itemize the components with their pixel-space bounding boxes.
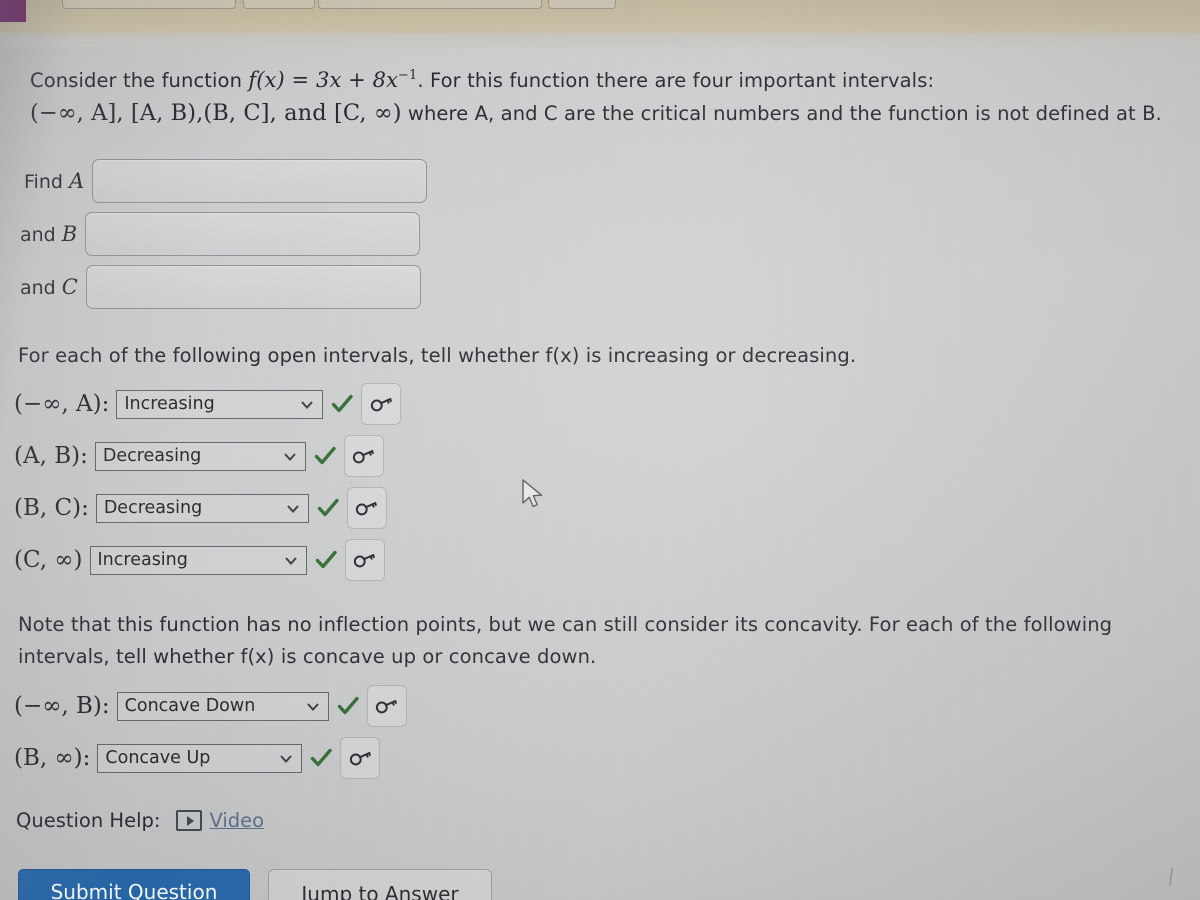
interval-label: (−∞, B): bbox=[14, 693, 110, 719]
find-a-label: Find A bbox=[24, 169, 85, 193]
key-icon-button[interactable] bbox=[343, 435, 384, 477]
function-expression: f(x) = 3x + 8x−1 bbox=[248, 68, 418, 92]
key-icon-button[interactable] bbox=[344, 539, 385, 581]
photographed-screen: Consider the function f(x) = 3x + 8x−1. … bbox=[0, 0, 1200, 900]
chevron-down-icon bbox=[283, 450, 296, 463]
monotonicity-select-4[interactable]: Increasing bbox=[89, 545, 307, 575]
answer-input-a[interactable] bbox=[92, 159, 428, 203]
monotonicity-prompt: For each of the following open intervals… bbox=[18, 344, 857, 367]
problem-statement: Consider the function f(x) = 3x + 8x−1. … bbox=[30, 60, 1175, 130]
monotonicity-row-1: (−∞, A): Increasing bbox=[14, 383, 402, 425]
concavity-select-2[interactable]: Concave Up bbox=[97, 743, 303, 773]
concavity-select-1[interactable]: Concave Down bbox=[116, 691, 329, 721]
monotonicity-row-3: (B, C): Decreasing bbox=[14, 487, 387, 529]
browser-tab-stub[interactable] bbox=[548, 0, 616, 9]
key-icon-button[interactable] bbox=[361, 383, 402, 425]
key-icon-button[interactable] bbox=[346, 487, 387, 529]
monotonicity-select-1[interactable]: Increasing bbox=[116, 389, 324, 419]
find-c-label: and C bbox=[20, 275, 78, 299]
interval-list: (−∞, A], [A, B),(B, C], and [C, ∞) bbox=[30, 100, 402, 126]
select-value: Increasing bbox=[97, 550, 188, 570]
play-video-icon bbox=[176, 810, 203, 831]
answer-input-c[interactable] bbox=[85, 265, 421, 309]
jump-to-answer-button[interactable]: Jump to Answer bbox=[268, 869, 492, 900]
monotonicity-select-2[interactable]: Decreasing bbox=[94, 441, 306, 471]
problem-intro-tail: where A, and C are the critical numbers … bbox=[407, 102, 1162, 125]
monotonicity-row-4: (C, ∞) Increasing bbox=[14, 539, 385, 581]
find-b-row: and B bbox=[20, 212, 421, 256]
top-chrome-band-secondary bbox=[0, 33, 1200, 47]
key-icon-button[interactable] bbox=[340, 737, 381, 779]
action-button-row: Submit Question Jump to Answer bbox=[18, 869, 492, 900]
chevron-down-icon bbox=[306, 700, 319, 713]
concavity-row-2: (B, ∞): Concave Up bbox=[14, 737, 381, 779]
key-icon-button[interactable] bbox=[366, 685, 407, 727]
submit-question-button[interactable]: Submit Question bbox=[18, 869, 250, 900]
function-exponent: −1 bbox=[398, 68, 418, 83]
find-a-row: Find A bbox=[24, 159, 428, 203]
concavity-row-1: (−∞, B): Concave Down bbox=[14, 685, 407, 727]
correct-check-icon bbox=[336, 694, 360, 718]
interval-label: (B, C): bbox=[14, 495, 89, 521]
question-help: Question Help: Video bbox=[16, 809, 264, 832]
correct-check-icon bbox=[314, 548, 338, 572]
interval-label: (B, ∞): bbox=[14, 745, 91, 771]
chevron-down-icon bbox=[284, 554, 297, 567]
select-value: Concave Down bbox=[124, 696, 256, 716]
correct-check-icon bbox=[309, 746, 333, 770]
mouse-pointer-icon bbox=[520, 478, 546, 512]
video-help-link[interactable]: Video bbox=[176, 809, 264, 832]
monotonicity-select-3[interactable]: Decreasing bbox=[95, 493, 309, 523]
answer-input-b[interactable] bbox=[85, 212, 421, 256]
interval-label: (C, ∞) bbox=[14, 547, 83, 573]
question-help-label: Question Help: bbox=[16, 809, 161, 832]
select-value: Decreasing bbox=[102, 446, 202, 466]
video-link-label: Video bbox=[209, 809, 265, 832]
correct-check-icon bbox=[330, 392, 354, 416]
select-value: Decreasing bbox=[103, 498, 203, 518]
problem-intro-text: Consider the function bbox=[30, 69, 243, 92]
monotonicity-row-2: (A, B): Decreasing bbox=[14, 435, 384, 477]
chevron-down-icon bbox=[286, 502, 299, 515]
purple-corner-marker bbox=[0, 0, 26, 22]
find-b-label: and B bbox=[20, 222, 78, 246]
correct-check-icon bbox=[313, 444, 337, 468]
correct-check-icon bbox=[316, 496, 340, 520]
concavity-prompt: Note that this function has no inflectio… bbox=[18, 613, 1113, 668]
browser-tab-stub[interactable] bbox=[318, 0, 542, 9]
question-content: Consider the function f(x) = 3x + 8x−1. … bbox=[0, 47, 1200, 900]
select-value: Increasing bbox=[124, 394, 215, 414]
browser-tab-stub[interactable] bbox=[243, 0, 315, 9]
find-c-row: and C bbox=[20, 265, 421, 309]
select-value: Concave Up bbox=[105, 748, 211, 768]
interval-label: (−∞, A): bbox=[14, 391, 110, 417]
browser-tab-stub[interactable] bbox=[62, 0, 236, 9]
chevron-down-icon bbox=[279, 752, 293, 765]
problem-intro-text-2: . For this function there are four impor… bbox=[417, 69, 935, 92]
chevron-down-icon bbox=[300, 398, 314, 411]
interval-label: (A, B): bbox=[14, 443, 88, 469]
